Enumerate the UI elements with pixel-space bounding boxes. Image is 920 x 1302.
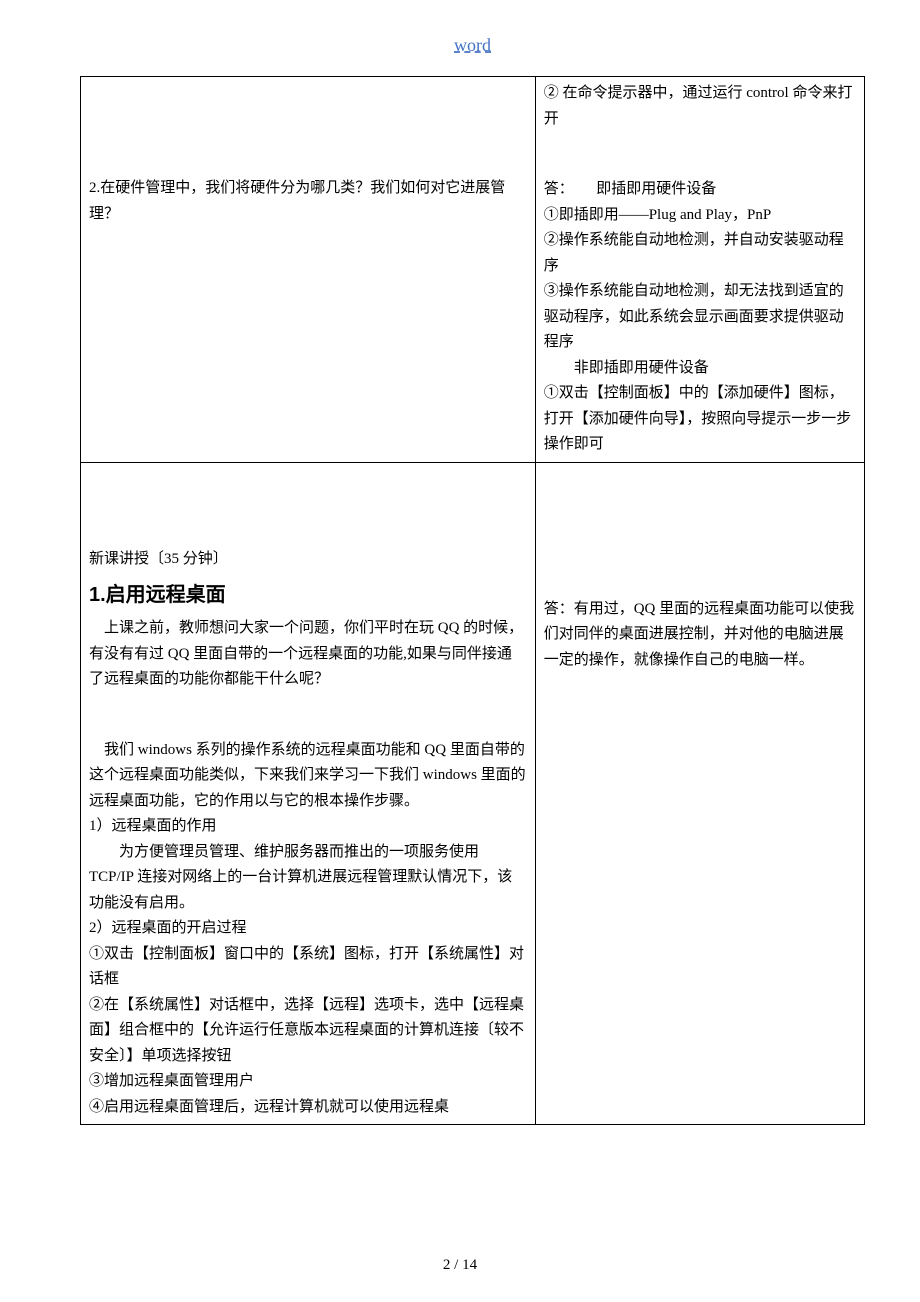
answer-b-1: ①双击【控制面板】中的【添加硬件】图标，打开【添加硬件向导】，按照向导提示一步一… [544, 381, 856, 458]
cell-right-1: ② 在命令提示器中，通过运行 control 命令来打开 答： 即插即用硬件设备… [535, 77, 864, 463]
step-3: ③增加远程桌面管理用户 [89, 1069, 527, 1095]
content-table: 2.在硬件管理中，我们将硬件分为哪几类？我们如何对它进展管理？ ② 在命令提示器… [80, 76, 865, 1125]
section-label: 新课讲授〔35 分钟〕 [89, 547, 527, 573]
question-2: 2.在硬件管理中，我们将硬件分为哪几类？我们如何对它进展管理？ [89, 81, 527, 227]
document-page: word 2.在硬件管理中，我们将硬件分为哪几类？我们如何对它进展管理？ ② 在… [0, 0, 920, 1302]
section-heading-1: 1.启用远程桌面 [89, 578, 527, 612]
page-header: word [80, 35, 865, 56]
list-1-body: 为方便管理员管理、维护服务器而推出的一项服务使用 TCP/IP 连接对网络上的一… [89, 840, 527, 917]
paragraph-intro-2: 我们 windows 系列的操作系统的远程桌面功能和 QQ 里面自带的这个远程桌… [89, 738, 527, 815]
cell-left-1: 2.在硬件管理中，我们将硬件分为哪几类？我们如何对它进展管理？ [81, 77, 536, 463]
list-1-title: 1）远程桌面的作用 [89, 814, 527, 840]
page-number: 2 / 14 [443, 1257, 477, 1273]
table-row: 新课讲授〔35 分钟〕 1.启用远程桌面 上课之前，教师想问大家一个问题，你们平… [81, 462, 865, 1125]
page-footer: 2 / 14 [0, 1257, 920, 1274]
cell-right-2: 答：有用过，QQ 里面的远程桌面功能可以使我们对同伴的桌面进展控制，并对他的电脑… [535, 462, 864, 1125]
step-2: ②在【系统属性】对话框中，选择【远程】选项卡，选中【远程桌面】组合框中的【允许运… [89, 993, 527, 1070]
step-1: ①双击【控制面板】窗口中的【系统】图标，打开【系统属性】对话框 [89, 942, 527, 993]
table-row: 2.在硬件管理中，我们将硬件分为哪几类？我们如何对它进展管理？ ② 在命令提示器… [81, 77, 865, 463]
answer-subhead-2: 非即插即用硬件设备 [544, 356, 856, 382]
answer-item-2: ②操作系统能自动地检测，并自动安装驱动程序 [544, 228, 856, 279]
step-4: ④启用远程桌面管理后，远程计算机就可以使用远程桌 [89, 1095, 527, 1121]
header-link[interactable]: word [454, 35, 491, 55]
answer-title: 即插即用硬件设备 [596, 181, 716, 197]
answer-remote-desktop: 答：有用过，QQ 里面的远程桌面功能可以使我们对同伴的桌面进展控制，并对他的电脑… [544, 597, 856, 674]
cell-left-2: 新课讲授〔35 分钟〕 1.启用远程桌面 上课之前，教师想问大家一个问题，你们平… [81, 462, 536, 1125]
answer-block: 答： 即插即用硬件设备 [544, 177, 856, 203]
answer-item-1: ①即插即用——Plug and Play，PnP [544, 203, 856, 229]
answer-item-3: ③操作系统能自动地检测，却无法找到适宜的驱动程序，如此系统会显示画面要求提供驱动… [544, 279, 856, 356]
answer-label: 答： [544, 181, 574, 197]
paragraph-intro-1: 上课之前，教师想问大家一个问题，你们平时在玩 QQ 的时候，有没有有过 QQ 里… [89, 616, 527, 693]
list-2-title: 2）远程桌面的开启过程 [89, 916, 527, 942]
answer-prev-step2: ② 在命令提示器中，通过运行 control 命令来打开 [544, 81, 856, 132]
